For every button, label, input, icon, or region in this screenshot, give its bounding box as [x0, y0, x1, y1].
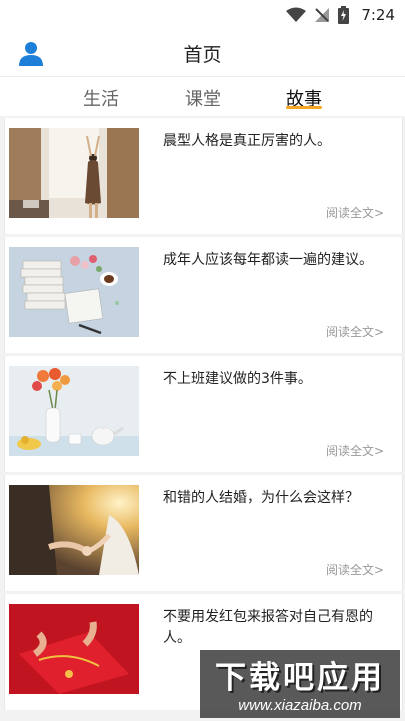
article-thumbnail-books-flowers — [9, 247, 139, 337]
article-title: 不上班建议做的3件事。 — [163, 371, 312, 387]
site-watermark: 下载吧应用 www.xiazaiba.com — [200, 650, 400, 718]
article-list: 晨型人格是真正厉害的人。 阅读全文> 成年人应该每年都读一遍的建议。 阅读全文>… — [4, 118, 403, 713]
app-header: 首页 — [0, 30, 405, 76]
status-bar: 7:24 — [0, 0, 405, 30]
page-title: 首页 — [183, 43, 222, 66]
article-thumbnail-woman-window — [9, 128, 139, 218]
article-title: 晨型人格是真正厉害的人。 — [163, 133, 331, 149]
article-title: 成年人应该每年都读一遍的建议。 — [163, 252, 373, 268]
article-card[interactable]: 晨型人格是真正厉害的人。 阅读全文> — [4, 118, 403, 234]
active-tab-indicator — [286, 106, 322, 109]
article-title: 不要用发红包来报答对自己有恩的人。 — [163, 609, 373, 646]
tab-life[interactable]: 生活 — [83, 85, 119, 111]
watermark-title: 下载吧应用 — [215, 660, 385, 696]
status-time: 7:24 — [361, 6, 395, 24]
wifi-icon — [286, 7, 307, 23]
article-title: 和错的人结婚，为什么会这样？ — [163, 490, 359, 506]
read-more-link[interactable]: 阅读全文> — [326, 561, 384, 578]
article-card[interactable]: 不上班建议做的3件事。 阅读全文> — [4, 356, 403, 472]
user-avatar-icon[interactable] — [18, 40, 44, 70]
article-thumbnail-red-envelope — [9, 604, 139, 694]
watermark-url: www.xiazaiba.com — [238, 697, 362, 714]
tab-classroom[interactable]: 课堂 — [185, 85, 221, 111]
read-more-link[interactable]: 阅读全文> — [326, 204, 384, 221]
article-thumbnail-flowers-vase — [9, 366, 139, 456]
article-card[interactable]: 和错的人结婚，为什么会这样？ 阅读全文> — [4, 475, 403, 591]
read-more-link[interactable]: 阅读全文> — [326, 442, 384, 459]
no-signal-icon — [314, 7, 330, 23]
battery-charging-icon — [338, 6, 350, 24]
read-more-link[interactable]: 阅读全文> — [326, 323, 384, 340]
article-card[interactable]: 成年人应该每年都读一遍的建议。 阅读全文> — [4, 237, 403, 353]
article-thumbnail-couple-hands — [9, 485, 139, 575]
